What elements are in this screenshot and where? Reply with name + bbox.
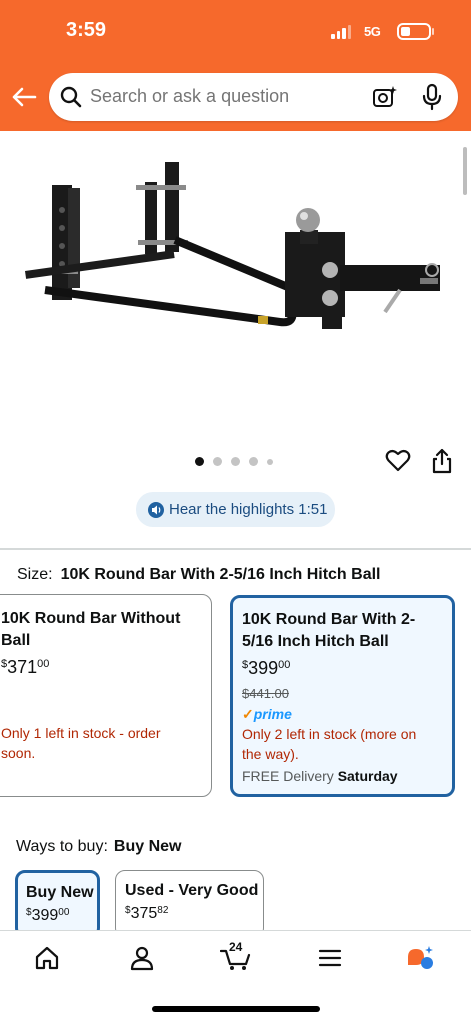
option-title: Buy New	[26, 884, 94, 901]
scroll-indicator	[463, 147, 467, 195]
search-icon	[60, 86, 82, 108]
list-price: $441.00	[242, 686, 289, 701]
stock-warning: Only 1 left in stock - order	[1, 725, 161, 741]
network-label: 5G	[364, 24, 381, 39]
status-bar: 3:59 5G	[0, 0, 471, 62]
bottom-nav: 24	[0, 930, 471, 1020]
heart-icon[interactable]	[385, 449, 411, 473]
option-price: $37582	[125, 905, 169, 922]
option-title: 10K Round Bar Without	[1, 610, 181, 627]
size-selector-label: Size: 10K Round Bar With 2-5/16 Inch Hitc…	[17, 566, 380, 584]
size-selected-value: 10K Round Bar With 2-5/16 Inch Hitch Bal…	[60, 566, 381, 583]
gallery-dot[interactable]	[195, 457, 204, 466]
back-arrow-icon[interactable]	[10, 85, 38, 109]
stock-warning: soon.	[1, 745, 36, 761]
option-title: 10K Round Bar With 2-	[242, 611, 416, 628]
delivery-info: FREE Delivery Saturday	[242, 768, 398, 784]
battery-cap	[432, 28, 434, 35]
stock-warning: Only 2 left in stock (more on	[242, 726, 417, 742]
highlights-label: Hear the highlights 1:51	[169, 501, 328, 518]
option-price: $37100	[1, 657, 50, 677]
hear-highlights-button[interactable]: Hear the highlights 1:51	[136, 492, 335, 527]
section-divider	[0, 548, 471, 550]
size-label: Size:	[17, 566, 53, 583]
option-price: $39900	[26, 907, 70, 924]
status-time: 3:59	[66, 19, 107, 41]
menu-icon[interactable]	[317, 945, 343, 971]
speaker-icon	[148, 501, 164, 518]
search-bar[interactable]	[49, 73, 458, 121]
app-header: 3:59 5G	[0, 0, 471, 131]
camera-search-icon[interactable]	[372, 85, 398, 109]
size-option-card[interactable]: 10K Round Bar Without Ball $37100 Only 1…	[0, 594, 212, 797]
product-page: 3:59 5G Search or ask a question Hear th…	[0, 0, 471, 1020]
prime-badge: ✓prime	[242, 706, 292, 722]
gallery-dot[interactable]	[267, 458, 273, 465]
battery-icon	[397, 23, 431, 40]
gallery-dot[interactable]	[231, 457, 240, 466]
microphone-icon[interactable]	[420, 83, 444, 111]
product-image[interactable]	[0, 140, 471, 440]
gallery-dot[interactable]	[213, 457, 222, 466]
ways-label: Ways to buy:	[16, 838, 108, 855]
option-title: 5/16 Inch Hitch Ball	[242, 633, 389, 650]
gallery-dots[interactable]	[195, 457, 273, 466]
buy-new-option[interactable]: Buy New $39900	[15, 870, 100, 938]
option-title: Ball	[1, 632, 31, 649]
option-title: Used - Very Good	[125, 882, 259, 899]
share-icon[interactable]	[431, 448, 453, 474]
ways-selected-value: Buy New	[113, 838, 182, 855]
account-icon[interactable]	[129, 945, 155, 971]
stock-warning: the way).	[242, 746, 299, 762]
rufus-icon[interactable]	[405, 945, 435, 971]
signal-icon	[331, 25, 351, 39]
cart-icon[interactable]	[220, 945, 252, 971]
used-very-good-option[interactable]: Used - Very Good $37582	[115, 870, 264, 938]
ways-to-buy-label: Ways to buy: Buy New	[16, 838, 181, 856]
gallery-dot[interactable]	[249, 457, 258, 466]
home-icon[interactable]	[34, 945, 60, 971]
home-indicator	[152, 1006, 320, 1012]
search-input[interactable]	[90, 86, 370, 107]
option-price: $39900	[242, 658, 291, 678]
size-option-card-selected[interactable]: 10K Round Bar With 2- 5/16 Inch Hitch Ba…	[230, 595, 455, 797]
